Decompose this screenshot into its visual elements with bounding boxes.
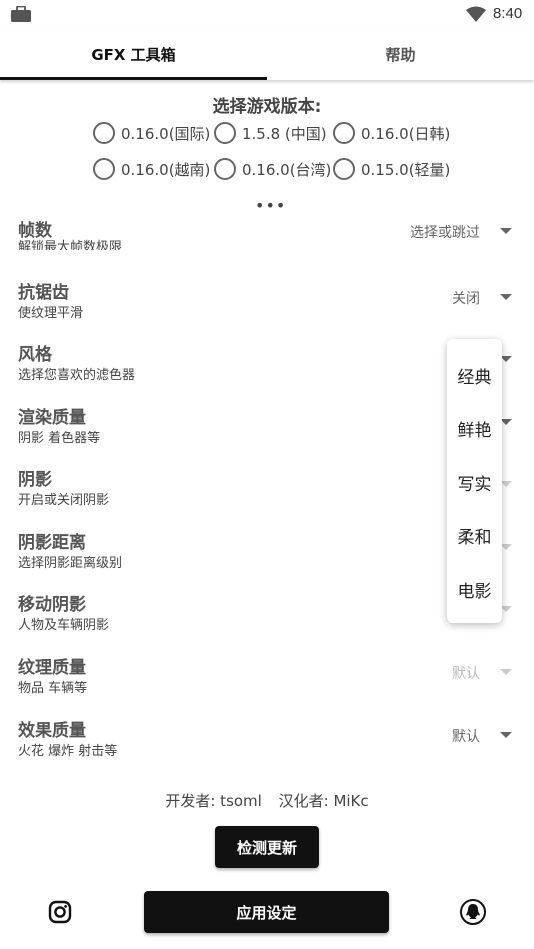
setting-desc: 阴影 着色器等 <box>18 431 101 446</box>
dropdown-arrow-icon <box>500 228 512 234</box>
qq-icon[interactable] <box>460 899 486 925</box>
setting-desc: 选择阴影距离级别 <box>18 556 123 571</box>
status-bar: 8:40 <box>0 0 534 28</box>
dropdown-option-soft[interactable]: 柔和 <box>447 523 502 548</box>
dropdown-option-vivid[interactable]: 鲜艳 <box>447 416 502 441</box>
radio-label: 0.16.0(越南) <box>121 160 211 179</box>
radio-circle <box>93 122 115 144</box>
radio-label: 1.5.8 (中国) <box>242 124 327 143</box>
developer-credit: 开发者: tsoml <box>165 792 262 810</box>
radio-version-lite[interactable]: 0.15.0(轻量) <box>333 156 450 182</box>
radio-circle <box>333 158 355 180</box>
setting-effect-quality[interactable]: 效果质量 火花 爆炸 射击等 默认 <box>18 716 518 766</box>
setting-title: 渲染质量 <box>18 408 86 428</box>
setting-value: 关闭 <box>452 291 480 307</box>
instagram-icon[interactable] <box>48 900 72 924</box>
radio-version-vietnam[interactable]: 0.16.0(越南) <box>93 156 210 182</box>
radio-circle <box>93 158 115 180</box>
version-title: 选择游戏版本: <box>212 97 322 117</box>
radio-version-taiwan[interactable]: 0.16.0(台湾) <box>214 156 331 182</box>
setting-anti-aliasing[interactable]: 抗锯齿 使纹理平滑 关闭 <box>18 278 518 328</box>
style-dropdown-menu: 经典 鲜艳 写实 柔和 电影 <box>447 339 502 623</box>
setting-desc: 物品 车辆等 <box>18 681 88 696</box>
credits: 开发者: tsoml 汉化者: MiKc <box>0 790 534 811</box>
setting-desc: 使纹理平滑 <box>18 306 84 321</box>
setting-mobile-shadow[interactable]: 移动阴影 人物及车辆阴影 <box>18 590 518 640</box>
translator-credit: 汉化者: MiKc <box>278 792 369 810</box>
radio-version-global[interactable]: 0.16.0(国际) <box>93 120 210 146</box>
radio-version-china[interactable]: 1.5.8 (中国) <box>214 120 327 146</box>
setting-desc: 人物及车辆阴影 <box>18 618 110 633</box>
radio-label: 0.16.0(台湾) <box>242 160 332 179</box>
check-update-button[interactable]: 检测更新 <box>215 826 319 868</box>
setting-value: 默认 <box>452 666 480 682</box>
briefcase-icon <box>11 6 31 22</box>
setting-title: 风格 <box>18 345 52 365</box>
radio-circle <box>214 158 236 180</box>
apply-settings-button[interactable]: 应用设定 <box>144 891 389 933</box>
setting-value: 默认 <box>452 729 480 745</box>
dropdown-arrow-icon <box>500 732 512 738</box>
setting-fps[interactable]: 帧数 解锁最大帧数极限 选择或跳过 <box>18 212 518 250</box>
setting-title: 抗锯齿 <box>18 283 69 303</box>
dropdown-option-realistic[interactable]: 写实 <box>447 470 502 495</box>
setting-title: 阴影距离 <box>18 533 86 553</box>
tab-indicator <box>0 77 267 80</box>
setting-title: 移动阴影 <box>18 595 86 615</box>
setting-desc: 解锁最大帧数极限 <box>18 240 123 250</box>
radio-version-japan-korea[interactable]: 0.16.0(日韩) <box>333 120 450 146</box>
setting-texture-quality[interactable]: 纹理质量 物品 车辆等 默认 <box>18 653 518 703</box>
dropdown-arrow-icon <box>500 669 512 675</box>
setting-shadow-distance[interactable]: 阴影距离 选择阴影距离级别 <box>18 528 518 578</box>
setting-title: 阴影 <box>18 470 52 490</box>
dropdown-option-classic[interactable]: 经典 <box>447 363 502 388</box>
setting-title: 纹理质量 <box>18 658 86 678</box>
dropdown-arrow-icon <box>500 294 512 300</box>
setting-desc: 火花 爆炸 射击等 <box>18 744 118 759</box>
tab-help[interactable]: 帮助 <box>267 28 534 80</box>
dropdown-option-cinematic[interactable]: 电影 <box>447 577 502 602</box>
radio-label: 0.16.0(国际) <box>121 124 211 143</box>
setting-shadow[interactable]: 阴影 开启或关闭阴影 <box>18 465 518 515</box>
radio-label: 0.16.0(日韩) <box>361 124 451 143</box>
radio-circle <box>333 122 355 144</box>
setting-title: 效果质量 <box>18 721 86 741</box>
tab-bar: GFX 工具箱 帮助 <box>0 28 534 80</box>
clock: 8:40 <box>493 5 523 22</box>
setting-style[interactable]: 风格 选择您喜欢的滤色器 <box>18 340 518 390</box>
radio-label: 0.15.0(轻量) <box>361 160 451 179</box>
setting-desc: 开启或关闭阴影 <box>18 493 110 508</box>
radio-circle <box>214 122 236 144</box>
wifi-icon <box>466 6 486 22</box>
setting-value: 选择或跳过 <box>410 225 480 241</box>
setting-desc: 选择您喜欢的滤色器 <box>18 368 136 383</box>
tab-gfx-toolbox[interactable]: GFX 工具箱 <box>0 28 267 80</box>
setting-render-quality[interactable]: 渲染质量 阴影 着色器等 <box>18 403 518 453</box>
